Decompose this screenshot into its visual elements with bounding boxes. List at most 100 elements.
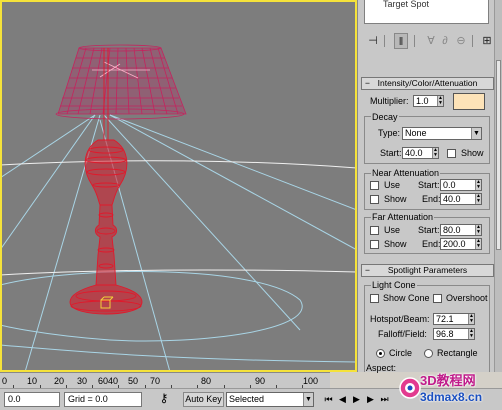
timeline-tick-label: 80 <box>201 376 212 386</box>
far-end-label: End: <box>422 239 441 249</box>
collapse-minus-icon: − <box>365 265 370 275</box>
show-end-result-icon[interactable]: ‖ <box>394 33 408 49</box>
auto-key-label: Auto Key <box>185 394 222 404</box>
circle-label: Circle <box>389 348 413 358</box>
spinner-arrows-icon[interactable]: ▲ ▼ <box>468 314 474 324</box>
overshoot-checkbox[interactable] <box>433 294 442 303</box>
timeline-tick-label: 60 <box>98 376 109 386</box>
coordinate-value: 0.0 <box>8 394 21 404</box>
timeline-tick-label: 40 <box>108 376 119 386</box>
decay-type-dropdown[interactable]: None ▼ <box>402 127 482 140</box>
far-attenuation-title: Far Attenuation <box>371 212 435 222</box>
near-use-label: Use <box>384 180 401 190</box>
delete-icon[interactable]: ⊖ <box>454 33 468 49</box>
multiplier-value: 1.0 <box>416 96 429 106</box>
falloff-label: Falloff/Field: <box>378 329 427 339</box>
grid-field: Grid = 0.0 <box>64 392 142 407</box>
timeline-tick-label: 100 <box>303 376 319 386</box>
viewport-scene <box>0 44 357 372</box>
falloff-spinner[interactable]: 96.8 ▲ ▼ <box>433 328 475 340</box>
decay-start-value: 40.0 <box>405 148 423 158</box>
spinner-arrows-icon[interactable]: ▲ ▼ <box>475 239 481 249</box>
timeline-tick-label: 90 <box>255 376 266 386</box>
near-start-spinner[interactable]: 0.0 ▲ ▼ <box>440 179 482 191</box>
horizon-lines <box>0 160 357 276</box>
decay-show-checkbox[interactable] <box>447 149 456 158</box>
circle-radio[interactable] <box>376 349 385 358</box>
lamp-shade <box>55 44 187 120</box>
far-end-spinner[interactable]: 200.0 ▲ ▼ <box>440 238 482 250</box>
watermark-logo-icon <box>399 377 421 399</box>
near-end-value: 40.0 <box>443 194 461 204</box>
timeline-tick-label: 0 <box>2 376 8 386</box>
show-cone-label: Show Cone <box>383 293 430 303</box>
hotspot-spinner[interactable]: 72.1 ▲ ▼ <box>433 313 475 325</box>
timeline-tick-label: 20 <box>54 376 65 386</box>
timeline-tick-label: 10 <box>27 376 38 386</box>
rectangle-radio[interactable] <box>424 349 433 358</box>
spinner-arrows-icon[interactable]: ▲ ▼ <box>468 329 474 339</box>
decay-type-value: None <box>405 128 427 138</box>
perspective-viewport[interactable] <box>0 0 357 372</box>
near-start-label: Start: <box>418 180 440 190</box>
falloff-value: 96.8 <box>436 329 454 339</box>
rollout-intensity-header[interactable]: − Intensity/Color/Attenuation <box>361 77 494 90</box>
rollout-spotlight-header[interactable]: − Spotlight Parameters <box>361 264 494 277</box>
spinner-arrows-icon[interactable]: ▲ ▼ <box>475 225 481 235</box>
far-start-label: Start: <box>418 225 440 235</box>
pin-stack-icon[interactable]: ⊣ <box>366 33 380 49</box>
far-use-checkbox[interactable] <box>370 226 379 235</box>
remove-modifier-icon[interactable]: ∂ <box>438 33 452 49</box>
multiplier-spinner[interactable]: 1.0 ▲ ▼ <box>413 95 444 107</box>
light-color-swatch[interactable] <box>453 93 485 110</box>
hotspot-value: 72.1 <box>436 314 454 324</box>
next-frame-icon[interactable]: ▶ <box>364 392 377 407</box>
modifier-stack-toolbar: ⊣ ‖ ∀ ∂ ⊖ ⊞ <box>362 33 494 51</box>
decay-group-title: Decay <box>371 112 399 122</box>
previous-frame-icon[interactable]: ◀ <box>336 392 349 407</box>
chevron-down-icon: ▼ <box>471 128 481 139</box>
spinner-arrows-icon[interactable]: ▲ ▼ <box>432 148 438 158</box>
play-icon[interactable]: ▶ <box>350 392 363 407</box>
key-icon[interactable]: ⚷ <box>150 392 178 407</box>
go-to-end-icon[interactable]: ⏭ <box>378 392 391 407</box>
configure-sets-icon[interactable]: ⊞ <box>480 33 494 49</box>
auto-key-button[interactable]: Auto Key <box>183 392 224 407</box>
object-list[interactable]: Target Spot <box>364 0 489 24</box>
timeline-tick-label: 50 <box>128 376 139 386</box>
near-end-spinner[interactable]: 40.0 ▲ ▼ <box>440 193 482 205</box>
overshoot-label: Overshoot <box>446 293 488 303</box>
decay-type-label: Type: <box>378 128 401 138</box>
rectangle-label: Rectangle <box>437 348 478 358</box>
light-cone-title: Light Cone <box>371 280 417 290</box>
spinner-arrows-icon[interactable]: ▲ ▼ <box>437 96 443 106</box>
coordinate-field[interactable]: 0.0 <box>4 392 60 407</box>
collapse-minus-icon: − <box>365 78 370 88</box>
key-filter-dropdown[interactable]: Selected ▼ <box>226 392 314 407</box>
rollout-intensity-title: Intensity/Color/Attenuation <box>377 78 478 88</box>
far-show-label: Show <box>384 239 407 249</box>
timeline-tick-label: 30 <box>77 376 88 386</box>
multiplier-label: Multiplier: <box>370 96 409 106</box>
spinner-arrows-icon[interactable]: ▲ ▼ <box>475 194 481 204</box>
near-end-label: End: <box>422 194 441 204</box>
scrollbar-thumb[interactable] <box>496 60 501 250</box>
go-to-start-icon[interactable]: ⏮ <box>322 392 335 407</box>
far-start-spinner[interactable]: 80.0 ▲ ▼ <box>440 224 482 236</box>
object-list-item[interactable]: Target Spot <box>383 0 429 9</box>
near-show-checkbox[interactable] <box>370 195 379 204</box>
command-panel: Target Spot ⊣ ‖ ∀ ∂ ⊖ ⊞ − Intensity/Colo… <box>357 0 502 373</box>
near-use-checkbox[interactable] <box>370 181 379 190</box>
hotspot-label: Hotspot/Beam: <box>370 314 430 324</box>
light-cone-lines <box>0 114 357 372</box>
show-cone-checkbox[interactable] <box>370 294 379 303</box>
far-start-value: 80.0 <box>443 225 461 235</box>
make-unique-icon[interactable]: ∀ <box>424 33 438 49</box>
spinner-arrows-icon[interactable]: ▲ ▼ <box>475 180 481 190</box>
panel-scrollbar[interactable] <box>494 0 502 372</box>
track-bar[interactable]: 0 10 20 30 40 50 60 70 80 90 100 <box>0 372 330 388</box>
grid-label: Grid = 0.0 <box>68 394 108 404</box>
decay-start-spinner[interactable]: 40.0 ▲ ▼ <box>402 147 439 159</box>
far-show-checkbox[interactable] <box>370 240 379 249</box>
rollout-spotlight-title: Spotlight Parameters <box>387 265 468 275</box>
